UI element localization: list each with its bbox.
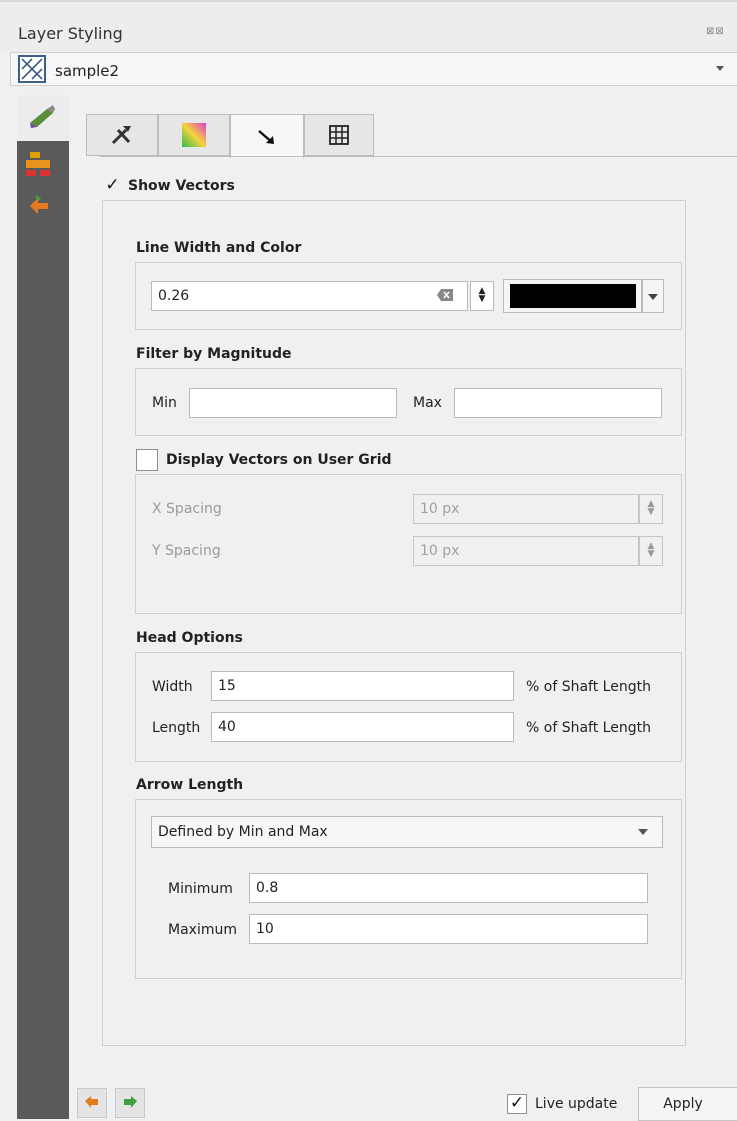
- undo-icon: [85, 1096, 98, 1108]
- live-update-label: Live update: [535, 1096, 618, 1112]
- line-width-color-title: Line Width and Color: [136, 240, 302, 256]
- minimum-input[interactable]: 0.8: [249, 873, 648, 903]
- show-vectors-label: Show Vectors: [128, 178, 235, 194]
- x-spacing-input[interactable]: 10 px: [413, 494, 639, 524]
- history-icon[interactable]: [26, 192, 54, 220]
- filter-magnitude-title: Filter by Magnitude: [136, 346, 292, 362]
- line-width-value: 0.26: [158, 288, 190, 304]
- paintbrush-icon: [30, 105, 55, 128]
- live-update-checkbox[interactable]: ✓: [507, 1094, 527, 1114]
- maximum-label: Maximum: [168, 922, 237, 938]
- chevron-down-icon[interactable]: [638, 829, 648, 835]
- line-color-menu-button[interactable]: [642, 279, 664, 313]
- arrow-icon: [258, 129, 274, 144]
- head-length-label: Length: [152, 720, 201, 736]
- min-label: Min: [152, 395, 177, 411]
- arrow-length-method-value: Defined by Min and Max: [158, 824, 328, 840]
- minimum-label: Minimum: [168, 881, 233, 897]
- float-close-icons[interactable]: ⊠⊠: [706, 26, 725, 37]
- redo-button[interactable]: [115, 1088, 145, 1118]
- hammer-wrench-icon: [111, 126, 131, 145]
- head-length-unit: % of Shaft Length: [526, 720, 651, 736]
- tab-vectors[interactable]: [230, 114, 304, 158]
- tab-baseline: [100, 156, 737, 157]
- user-grid-checkbox[interactable]: [136, 449, 158, 471]
- undo-button[interactable]: [77, 1088, 107, 1118]
- y-spacing-label: Y Spacing: [152, 543, 221, 559]
- layer-selector-value: sample2: [55, 62, 120, 80]
- tab-color-ramp[interactable]: [158, 114, 230, 156]
- chevron-down-icon: [648, 294, 658, 300]
- apply-button[interactable]: Apply: [638, 1087, 737, 1121]
- max-magnitude-input[interactable]: [454, 388, 662, 418]
- head-length-input[interactable]: 40: [211, 712, 514, 742]
- y-spacing-input[interactable]: 10 px: [413, 536, 639, 566]
- line-width-input[interactable]: 0.26: [151, 281, 468, 311]
- arrow-length-method-select[interactable]: Defined by Min and Max: [151, 816, 663, 848]
- grid-icon: [329, 125, 349, 145]
- head-width-input[interactable]: 15: [211, 671, 514, 701]
- line-width-spinner[interactable]: ▲ ▼: [470, 281, 494, 311]
- min-magnitude-input[interactable]: [189, 388, 397, 418]
- redo-icon: [124, 1096, 137, 1108]
- x-spacing-spinner[interactable]: ▲ ▼: [639, 494, 663, 524]
- x-spacing-label: X Spacing: [152, 501, 222, 517]
- chevron-down-icon[interactable]: [716, 66, 724, 71]
- line-color-swatch: [510, 284, 636, 308]
- tab-settings[interactable]: [86, 114, 158, 156]
- max-label: Max: [413, 395, 442, 411]
- y-spacing-spinner[interactable]: ▲ ▼: [639, 536, 663, 566]
- tab-grid[interactable]: [304, 114, 374, 156]
- user-grid-label: Display Vectors on User Grid: [166, 452, 392, 468]
- show-vectors-checkbox[interactable]: ✓: [103, 177, 122, 196]
- maximum-input[interactable]: 10: [249, 914, 648, 944]
- head-options-title: Head Options: [136, 630, 243, 646]
- styling-sidebar: [17, 95, 69, 1119]
- head-width-label: Width: [152, 679, 193, 695]
- clear-icon[interactable]: [437, 289, 453, 301]
- gradient-icon: [182, 123, 206, 147]
- sidebar-item-symbology[interactable]: [17, 95, 69, 141]
- head-width-unit: % of Shaft Length: [526, 679, 651, 695]
- panel-title: Layer Styling: [18, 24, 123, 43]
- mesh-layer-icon: [18, 55, 46, 83]
- labels-icon[interactable]: [24, 150, 54, 180]
- arrow-length-title: Arrow Length: [136, 777, 244, 793]
- head-options-group: [135, 652, 682, 762]
